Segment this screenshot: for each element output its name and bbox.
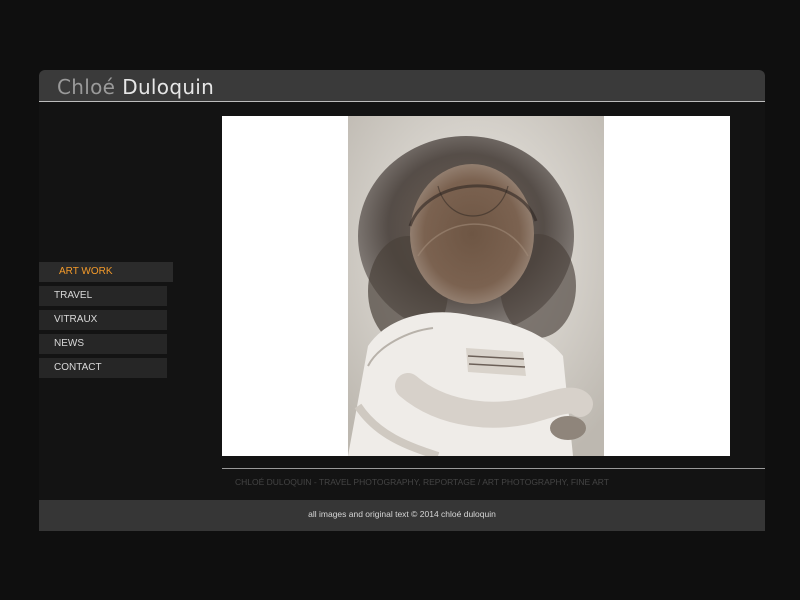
- nav-item-contact[interactable]: CONTACT: [39, 358, 167, 378]
- featured-artwork-frame: [222, 116, 730, 456]
- copyright-text: all images and original text © 2014 chlo…: [308, 509, 496, 519]
- nav-item-label: VITRAUX: [54, 314, 98, 325]
- site-title[interactable]: Chloé Duloquin: [57, 75, 214, 99]
- featured-artwork-photo[interactable]: [348, 116, 604, 456]
- site-footer: all images and original text © 2014 chlo…: [39, 500, 765, 531]
- content-divider: [222, 468, 765, 469]
- nav-item-vitraux[interactable]: VITRAUX: [39, 310, 167, 330]
- nav-item-label: CONTACT: [54, 362, 102, 373]
- nav-item-label: ART WORK: [59, 266, 113, 277]
- site-container: Chloé Duloquin ART WORK TRAVEL VITRAUX NE…: [39, 70, 765, 531]
- nav-item-news[interactable]: NEWS: [39, 334, 167, 354]
- nav-item-travel[interactable]: TRAVEL: [39, 286, 167, 306]
- site-tagline: CHLOÉ DULOQUIN - TRAVEL PHOTOGRAPHY, REP…: [235, 477, 609, 487]
- site-header: Chloé Duloquin: [39, 70, 765, 102]
- brand-first-name: Chloé: [57, 75, 116, 99]
- brand-last-name: Duloquin: [122, 75, 215, 99]
- artwork-illustration: [348, 116, 604, 456]
- nav-item-label: TRAVEL: [54, 290, 93, 301]
- nav-item-label: NEWS: [54, 338, 84, 349]
- nav-item-art-work[interactable]: ART WORK: [39, 262, 173, 282]
